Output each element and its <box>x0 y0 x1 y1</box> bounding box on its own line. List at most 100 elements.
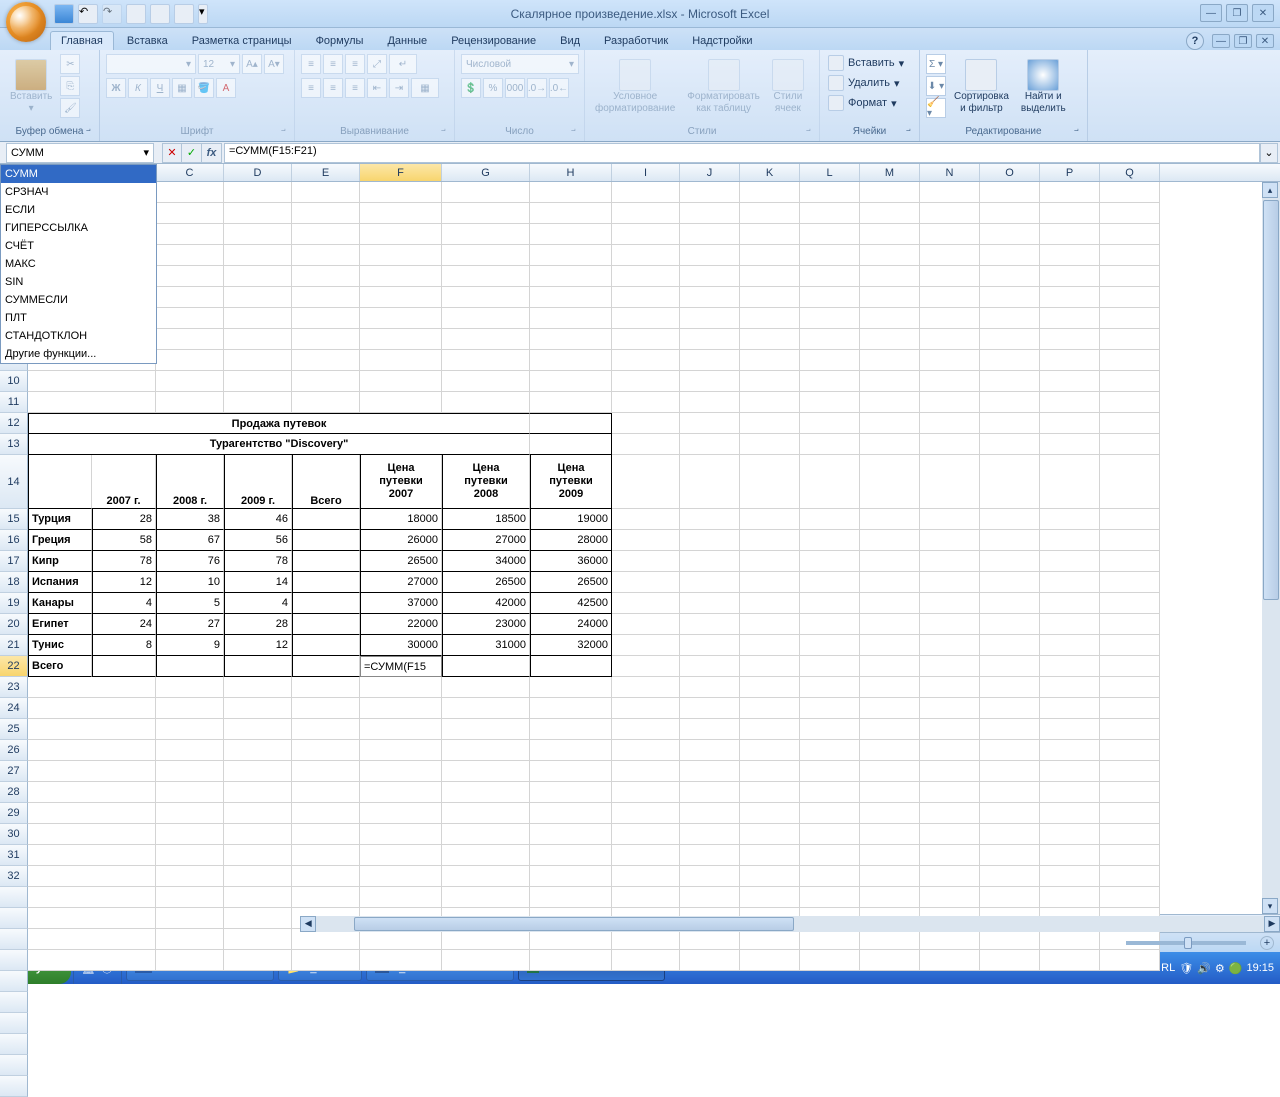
increase-indent-button[interactable]: ⇥ <box>389 78 409 98</box>
delete-cells-button[interactable]: Удалить ▾ <box>826 74 913 92</box>
row-header[interactable] <box>0 1013 28 1034</box>
close-button[interactable]: ✕ <box>1252 4 1274 22</box>
scroll-right-button[interactable]: ▶ <box>1264 916 1280 932</box>
function-item[interactable]: Другие функции... <box>1 345 156 363</box>
decrease-font-button[interactable]: A▾ <box>264 54 284 74</box>
copy-button[interactable]: ⎘ <box>60 76 80 96</box>
clear-button[interactable]: 🧹 ▾ <box>926 98 946 118</box>
row-header[interactable] <box>0 887 28 908</box>
row-header[interactable] <box>0 950 28 971</box>
tray-icon[interactable]: 🟢 <box>1229 962 1243 975</box>
tab-insert[interactable]: Вставка <box>116 31 179 50</box>
col-header-l[interactable]: L <box>800 164 860 181</box>
save-icon[interactable] <box>54 4 74 24</box>
col-header-h[interactable]: H <box>530 164 612 181</box>
tray-icon[interactable]: 🔊 <box>1197 962 1211 975</box>
col-header-f[interactable]: F <box>360 164 442 181</box>
row-header[interactable] <box>0 1034 28 1055</box>
align-center-button[interactable]: ≡ <box>323 78 343 98</box>
row-header[interactable]: 32 <box>0 866 28 887</box>
col-header-j[interactable]: J <box>680 164 740 181</box>
col-header-c[interactable]: C <box>156 164 224 181</box>
comma-button[interactable]: 000 <box>505 78 525 98</box>
underline-button[interactable]: Ч <box>150 78 170 98</box>
tab-formulas[interactable]: Формулы <box>305 31 375 50</box>
language-indicator[interactable]: RL <box>1161 962 1175 974</box>
row-header[interactable] <box>0 908 28 929</box>
function-item[interactable]: ПЛТ <box>1 309 156 327</box>
format-cells-button[interactable]: Формат ▾ <box>826 94 913 112</box>
row-header[interactable]: 25 <box>0 719 28 740</box>
row-header[interactable]: 21 <box>0 635 28 656</box>
row-header[interactable]: 11 <box>0 392 28 413</box>
row-header[interactable]: 13 <box>0 434 28 455</box>
border-button[interactable]: ▦ <box>172 78 192 98</box>
increase-font-button[interactable]: A▴ <box>242 54 262 74</box>
tab-review[interactable]: Рецензирование <box>440 31 547 50</box>
number-format-dropdown[interactable]: Числовой▾ <box>461 54 579 74</box>
percent-button[interactable]: % <box>483 78 503 98</box>
expand-formula-bar-button[interactable]: ⌄ <box>1260 143 1278 163</box>
workbook-close-button[interactable]: ✕ <box>1256 34 1274 48</box>
row-header[interactable]: 19 <box>0 593 28 614</box>
formula-bar[interactable]: =СУММ(F15:F21) <box>224 143 1260 163</box>
tray-icon[interactable]: 🛡 <box>1179 962 1193 975</box>
merge-button[interactable]: ▦ <box>411 78 439 98</box>
col-header-p[interactable]: P <box>1040 164 1100 181</box>
font-name-dropdown[interactable]: ▾ <box>106 54 196 74</box>
col-header-d[interactable]: D <box>224 164 292 181</box>
row-header[interactable]: 24 <box>0 698 28 719</box>
row-header[interactable]: 27 <box>0 761 28 782</box>
fill-button[interactable]: ⬇ ▾ <box>926 76 946 96</box>
orientation-button[interactable]: ⤢ <box>367 54 387 74</box>
row-header[interactable]: 12 <box>0 413 28 434</box>
row-header[interactable] <box>0 992 28 1013</box>
format-painter-button[interactable]: 🖌 <box>60 98 80 118</box>
help-button[interactable]: ? <box>1186 32 1204 50</box>
name-box[interactable]: СУММ ▾ <box>6 143 154 163</box>
row-header[interactable]: 16 <box>0 530 28 551</box>
row-header[interactable] <box>0 971 28 992</box>
scroll-thumb[interactable] <box>354 917 794 931</box>
enter-formula-button[interactable]: ✓ <box>182 143 202 163</box>
row-header[interactable]: 15 <box>0 509 28 530</box>
scroll-thumb[interactable] <box>1263 200 1279 600</box>
office-button[interactable] <box>6 2 46 42</box>
italic-button[interactable]: К <box>128 78 148 98</box>
row-header[interactable] <box>0 1076 28 1097</box>
increase-decimal-button[interactable]: .0→ <box>527 78 547 98</box>
insert-cells-button[interactable]: Вставить ▾ <box>826 54 913 72</box>
col-header-q[interactable]: Q <box>1100 164 1160 181</box>
tab-developer[interactable]: Разработчик <box>593 31 679 50</box>
cell-styles-button[interactable]: Стили ячеек <box>768 54 808 120</box>
row-header[interactable]: 14 <box>0 455 28 509</box>
function-item[interactable]: СРЗНАЧ <box>1 183 156 201</box>
row-header[interactable]: 31 <box>0 845 28 866</box>
maximize-button[interactable]: ❐ <box>1226 4 1248 22</box>
wrap-text-button[interactable]: ↵ <box>389 54 417 74</box>
insert-function-button[interactable]: fx <box>202 143 222 163</box>
function-item[interactable]: ГИПЕРССЫЛКА <box>1 219 156 237</box>
qat-more-icon[interactable]: ▾ <box>198 4 208 24</box>
decrease-indent-button[interactable]: ⇤ <box>367 78 387 98</box>
tab-addons[interactable]: Надстройки <box>681 31 763 50</box>
row-header[interactable] <box>0 929 28 950</box>
function-item[interactable]: SIN <box>1 273 156 291</box>
workbook-restore-button[interactable]: ❐ <box>1234 34 1252 48</box>
workbook-minimize-button[interactable]: — <box>1212 34 1230 48</box>
align-bottom-button[interactable]: ≡ <box>345 54 365 74</box>
align-right-button[interactable]: ≡ <box>345 78 365 98</box>
minimize-button[interactable]: — <box>1200 4 1222 22</box>
align-middle-button[interactable]: ≡ <box>323 54 343 74</box>
function-item[interactable]: СУММЕСЛИ <box>1 291 156 309</box>
zoom-in-button[interactable]: + <box>1260 936 1274 950</box>
align-left-button[interactable]: ≡ <box>301 78 321 98</box>
col-header-o[interactable]: O <box>980 164 1040 181</box>
col-header-m[interactable]: M <box>860 164 920 181</box>
row-header[interactable]: 23 <box>0 677 28 698</box>
col-header-k[interactable]: K <box>740 164 800 181</box>
row-header[interactable]: 18 <box>0 572 28 593</box>
fill-color-button[interactable]: 🪣 <box>194 78 214 98</box>
dropdown-icon[interactable]: ▾ <box>143 146 149 159</box>
function-item[interactable]: СТАНДОТКЛОН <box>1 327 156 345</box>
